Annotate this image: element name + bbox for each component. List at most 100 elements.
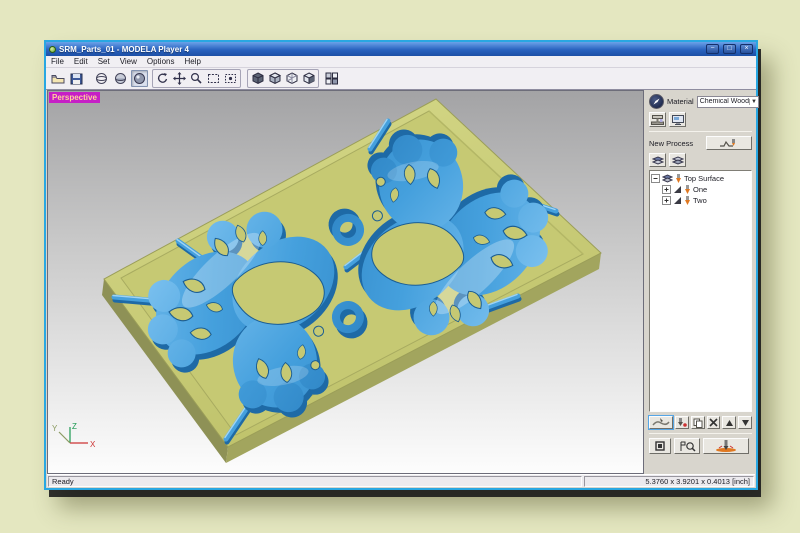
- menu-view[interactable]: View: [120, 57, 137, 66]
- toolpath-cutter-icon: [719, 138, 739, 149]
- shade-mode-3-button[interactable]: [131, 70, 148, 87]
- zoom-box-icon: [224, 72, 237, 85]
- zoom-view-button[interactable]: [188, 70, 205, 87]
- view-tool-group: [152, 69, 241, 88]
- rotate-view-button[interactable]: [154, 70, 171, 87]
- fit-view-button[interactable]: [205, 70, 222, 87]
- maximize-button[interactable]: □: [723, 44, 736, 54]
- tree-item-one[interactable]: One: [651, 184, 750, 195]
- sphere-icon: [95, 72, 108, 85]
- machine-setup-button[interactable]: [649, 112, 666, 127]
- collapse-icon[interactable]: [651, 174, 660, 183]
- open-folder-icon: [51, 73, 65, 85]
- new-process-button[interactable]: [706, 136, 752, 150]
- iso-view-group: [247, 69, 319, 88]
- output-list-tab[interactable]: [669, 153, 686, 167]
- panel-divider: [649, 131, 752, 132]
- process-edit-row: [649, 416, 752, 429]
- sphere-icon: [133, 72, 146, 85]
- menu-edit[interactable]: Edit: [74, 57, 88, 66]
- expand-icon[interactable]: [662, 185, 671, 194]
- material-select[interactable]: Chemical Wood ▼: [697, 96, 759, 108]
- sphere-icon: [114, 72, 127, 85]
- milling-machine-icon: [651, 115, 664, 125]
- model-info-button[interactable]: [649, 94, 664, 109]
- menu-set[interactable]: Set: [98, 57, 110, 66]
- pan-view-button[interactable]: [171, 70, 188, 87]
- svg-text:Y: Y: [52, 424, 58, 433]
- surface-part-icon: [673, 196, 682, 205]
- edit-process-button[interactable]: [649, 416, 673, 429]
- iso-view-1-button[interactable]: [249, 70, 266, 87]
- arrow-down-icon: [741, 419, 750, 427]
- preview-cut-button[interactable]: [674, 438, 700, 454]
- save-file-button[interactable]: [68, 70, 85, 87]
- close-button[interactable]: ×: [740, 44, 753, 54]
- desktop: { "window": { "title": "SRM_Parts_01 - M…: [0, 0, 800, 533]
- rotate-icon: [156, 72, 169, 85]
- surface-part-icon: [673, 185, 682, 194]
- shade-mode-2-button[interactable]: [112, 70, 129, 87]
- save-icon: [70, 73, 83, 85]
- copy-process-button[interactable]: [691, 416, 705, 429]
- stop-square-icon: [655, 441, 665, 451]
- menu-options[interactable]: Options: [147, 57, 175, 66]
- stop-button[interactable]: [649, 438, 671, 454]
- panel-divider: [649, 433, 752, 434]
- four-pane-view-button[interactable]: [323, 70, 340, 87]
- layers-icon: [652, 156, 664, 165]
- material-label: Material: [667, 97, 694, 106]
- shade-mode-1-button[interactable]: [93, 70, 110, 87]
- move-down-button[interactable]: [738, 416, 752, 429]
- material-value: Chemical Wood: [700, 98, 749, 105]
- tree-item-two[interactable]: Two: [651, 195, 750, 206]
- cutter-plus-icon: [676, 418, 687, 428]
- cutter-icon: [684, 196, 691, 206]
- preview-magnifier-icon: [679, 441, 696, 452]
- tree-item-top-surface[interactable]: Top Surface: [651, 173, 750, 184]
- cutter-icon: [675, 174, 682, 184]
- monitor-icon: [672, 115, 684, 125]
- add-tool-button[interactable]: [675, 416, 689, 429]
- delete-x-icon: [709, 418, 718, 427]
- svg-text:Z: Z: [72, 422, 77, 431]
- magnifier-icon: [190, 72, 203, 85]
- open-file-button[interactable]: [49, 70, 66, 87]
- process-panel: Material Chemical Wood ▼ New Process: [645, 90, 755, 474]
- model-dimensions: 5.3760 x 3.9201 x 0.4013 [inch]: [584, 476, 754, 487]
- iso-view-4-button[interactable]: [300, 70, 317, 87]
- iso-view-2-button[interactable]: [266, 70, 283, 87]
- app-window: SRM_Parts_01 - MODELA Player 4 − □ × Fil…: [44, 40, 758, 490]
- cube-icon: [251, 72, 265, 85]
- svg-text:X: X: [90, 440, 96, 449]
- status-message: Ready: [48, 476, 582, 487]
- status-bar: Ready 5.3760 x 3.9201 x 0.4013 [inch]: [47, 474, 755, 487]
- grid-panes-icon: [325, 72, 339, 85]
- start-cutting-button[interactable]: [703, 438, 749, 454]
- compass-icon: [652, 97, 661, 106]
- delete-process-button[interactable]: [707, 416, 721, 429]
- chevron-down-icon: ▼: [749, 99, 757, 105]
- new-process-label: New Process: [649, 139, 693, 148]
- axis-indicator: Z X Y: [52, 422, 96, 449]
- zoom-box-button[interactable]: [222, 70, 239, 87]
- minimize-button[interactable]: −: [706, 44, 719, 54]
- menu-file[interactable]: File: [51, 57, 64, 66]
- cube-icon: [285, 72, 299, 85]
- scene-canvas: Z X Y: [48, 91, 643, 473]
- viewport-3d[interactable]: Perspective: [47, 90, 644, 474]
- process-tree: Top Surface One Two: [649, 170, 752, 412]
- iso-view-3-button[interactable]: [283, 70, 300, 87]
- process-list-tab[interactable]: [649, 153, 666, 167]
- cutting-surface-icon: [652, 418, 670, 427]
- layers-alt-icon: [672, 156, 684, 165]
- title-bar[interactable]: SRM_Parts_01 - MODELA Player 4 − □ ×: [46, 42, 756, 56]
- fit-rect-icon: [207, 72, 220, 85]
- cut-control-row: [649, 438, 752, 454]
- model-display-button[interactable]: [669, 112, 686, 127]
- menu-help[interactable]: Help: [184, 57, 200, 66]
- move-up-button[interactable]: [722, 416, 736, 429]
- window-title: SRM_Parts_01 - MODELA Player 4: [59, 45, 702, 54]
- menu-bar: File Edit Set View Options Help: [46, 56, 756, 68]
- expand-icon[interactable]: [662, 196, 671, 205]
